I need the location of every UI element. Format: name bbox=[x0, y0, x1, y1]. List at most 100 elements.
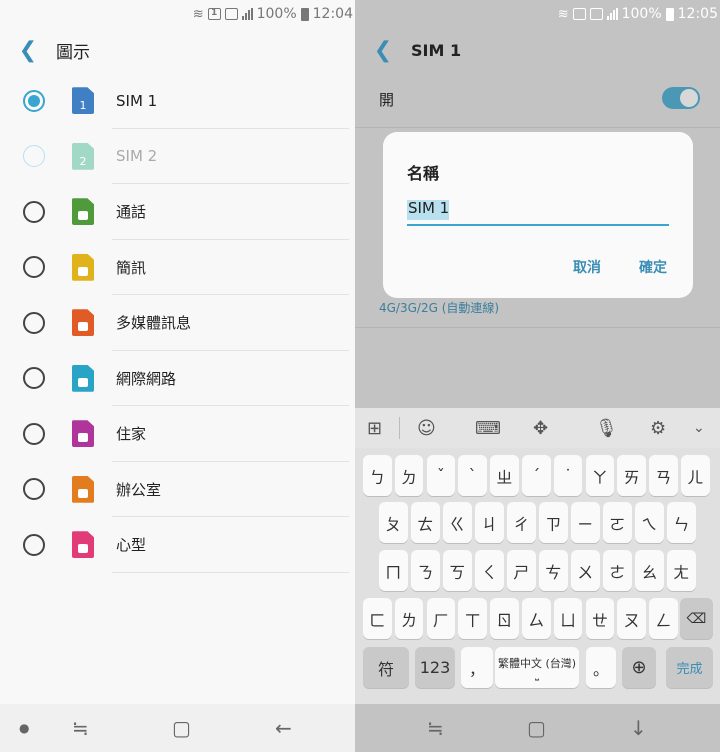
comma-key[interactable]: ， bbox=[461, 647, 493, 688]
keyboard-key[interactable]: ㄔ bbox=[507, 502, 536, 543]
keyboard-key[interactable]: ㄍ bbox=[443, 502, 472, 543]
keyboard-key[interactable]: ㄇ bbox=[379, 550, 408, 591]
radio-button[interactable] bbox=[23, 89, 45, 112]
keyboard-key[interactable]: ㄟ bbox=[635, 502, 664, 543]
back-arrow-icon: ❮ bbox=[18, 37, 38, 63]
icon-option-row[interactable]: 1 SIM 1 bbox=[0, 73, 355, 129]
radio-button[interactable] bbox=[23, 367, 45, 390]
backspace-icon: ⌫ bbox=[686, 610, 707, 627]
keyboard-key[interactable]: ㄤ bbox=[667, 550, 696, 591]
radio-button[interactable] bbox=[23, 478, 45, 501]
home-button-icon[interactable]: ▢ bbox=[172, 716, 191, 740]
keyboard-key[interactable]: ㄎ bbox=[443, 550, 472, 591]
keyboard-key[interactable]: ㄏ bbox=[426, 598, 456, 639]
keyboard-key[interactable]: ㄙ bbox=[522, 598, 551, 639]
icon-option-row[interactable]: 簡訊 bbox=[0, 240, 355, 295]
done-key[interactable]: 完成 bbox=[666, 647, 713, 688]
radio-button[interactable] bbox=[23, 256, 45, 279]
period-key[interactable]: 。 bbox=[586, 647, 616, 688]
sim-power-toggle[interactable] bbox=[662, 87, 700, 109]
keyboard-key[interactable]: ˙ bbox=[553, 455, 583, 496]
keyboard-key[interactable]: ㄑ bbox=[475, 550, 504, 591]
back-button[interactable]: ❮ bbox=[355, 28, 411, 72]
emoji-icon[interactable]: ☺ bbox=[417, 418, 436, 439]
keyboard-key[interactable]: ㄠ bbox=[635, 550, 664, 591]
gear-icon[interactable]: ⚙ bbox=[650, 418, 666, 439]
image-icon bbox=[572, 8, 586, 20]
keyboard-key[interactable]: ㄜ bbox=[603, 550, 632, 591]
keyboard-key[interactable]: ㄛ bbox=[603, 502, 632, 543]
keyboard-key[interactable]: ㄖ bbox=[490, 598, 519, 639]
keyboard-key[interactable]: ˊ bbox=[522, 455, 551, 496]
keyboard-key[interactable]: ㄗ bbox=[539, 502, 568, 543]
keyboard-key[interactable]: ㄚ bbox=[585, 455, 615, 496]
name-input[interactable] bbox=[407, 199, 669, 217]
keyboard-key[interactable]: ˇ bbox=[426, 455, 456, 496]
keyboard-key[interactable]: ㄘ bbox=[539, 550, 568, 591]
move-icon[interactable]: ✥ bbox=[533, 418, 548, 439]
icon-option-label: 多媒體訊息 bbox=[116, 314, 192, 333]
icon-option-row[interactable]: 辦公室 bbox=[0, 462, 355, 517]
keyboard-key[interactable]: ㄥ bbox=[649, 598, 678, 639]
back-button[interactable]: ❮ bbox=[0, 28, 56, 72]
icon-option-label: 通話 bbox=[116, 203, 147, 222]
name-field[interactable] bbox=[407, 198, 669, 226]
sim-power-row[interactable]: 開 bbox=[355, 73, 720, 128]
office-icon bbox=[72, 475, 94, 503]
back-nav-icon[interactable]: ← bbox=[275, 716, 292, 740]
keyboard-key[interactable]: ㄦ bbox=[681, 455, 710, 496]
keyboard-key[interactable]: ㄅ bbox=[363, 455, 392, 496]
dot-icon[interactable]: ● bbox=[19, 721, 29, 735]
icon-option-row[interactable]: 住家 bbox=[0, 406, 355, 462]
keyboard-key[interactable]: ㄊ bbox=[411, 502, 440, 543]
radio-button[interactable] bbox=[23, 533, 45, 556]
language-key[interactable]: ⊕ bbox=[622, 647, 656, 688]
keyboard-key[interactable]: ˋ bbox=[458, 455, 487, 496]
keyboard-key[interactable]: ㄧ bbox=[571, 502, 600, 543]
confirm-button[interactable]: 確定 bbox=[639, 257, 667, 277]
keyboard-key[interactable]: ㄐ bbox=[475, 502, 504, 543]
number-key[interactable]: 123 bbox=[415, 647, 455, 688]
keyboard-key[interactable]: ㄝ bbox=[585, 598, 615, 639]
radio-button[interactable] bbox=[23, 422, 45, 445]
keyboard-key[interactable]: ㄢ bbox=[649, 455, 678, 496]
space-key[interactable]: 繁體中文 (台灣) ⎵ bbox=[495, 647, 579, 688]
icon-option-row[interactable]: 2 SIM 2 bbox=[0, 129, 355, 184]
keyboard-key[interactable]: ㄈ bbox=[363, 598, 392, 639]
radio-button[interactable] bbox=[23, 145, 45, 168]
icon-option-row[interactable]: 心型 bbox=[0, 517, 355, 573]
chevron-down-icon[interactable]: ⌄ bbox=[693, 420, 705, 436]
keyboard-key[interactable]: ㄕ bbox=[507, 550, 536, 591]
hide-keyboard-icon[interactable]: ↓ bbox=[630, 716, 647, 740]
keyboard-key[interactable]: ㄡ bbox=[617, 598, 646, 639]
keyboard-key[interactable]: ㄒ bbox=[458, 598, 487, 639]
mms-icon bbox=[72, 309, 94, 337]
keyboard-key[interactable]: ㄉ bbox=[394, 455, 424, 496]
icon-option-row[interactable]: 網際網路 bbox=[0, 351, 355, 406]
keyboard-key[interactable]: ㄨ bbox=[571, 550, 600, 591]
keyboard-key[interactable]: ㄓ bbox=[490, 455, 519, 496]
icon-glyph bbox=[78, 266, 88, 276]
keyboard-key[interactable]: ㄣ bbox=[667, 502, 696, 543]
keyboard-icon[interactable]: ⌨ bbox=[475, 418, 501, 439]
home-button-icon[interactable]: ▢ bbox=[527, 716, 546, 740]
icon-option-row[interactable]: 多媒體訊息 bbox=[0, 295, 355, 351]
cancel-button[interactable]: 取消 bbox=[573, 257, 601, 277]
radio-button[interactable] bbox=[23, 311, 45, 334]
keyboard-key[interactable]: ㄞ bbox=[617, 455, 646, 496]
recents-icon[interactable]: ≒ bbox=[427, 716, 444, 740]
mic-icon[interactable]: 🎙 bbox=[595, 418, 618, 439]
rename-dialog: 名稱 取消 確定 bbox=[383, 132, 693, 298]
gallery-icon bbox=[589, 8, 603, 20]
keyboard-key[interactable]: ㄩ bbox=[553, 598, 583, 639]
grid-plus-icon[interactable]: ⊞ bbox=[367, 418, 382, 439]
recents-icon[interactable]: ≒ bbox=[72, 716, 89, 740]
app-bar: ❮ SIM 1 bbox=[355, 28, 720, 72]
backspace-key[interactable]: ⌫ bbox=[680, 598, 713, 639]
icon-option-row[interactable]: 通話 bbox=[0, 184, 355, 240]
keyboard-key[interactable]: ㄋ bbox=[411, 550, 440, 591]
keyboard-key[interactable]: ㄌ bbox=[394, 598, 424, 639]
radio-button[interactable] bbox=[23, 200, 45, 223]
symbol-key[interactable]: 符 bbox=[363, 647, 409, 688]
keyboard-key[interactable]: ㄆ bbox=[379, 502, 408, 543]
